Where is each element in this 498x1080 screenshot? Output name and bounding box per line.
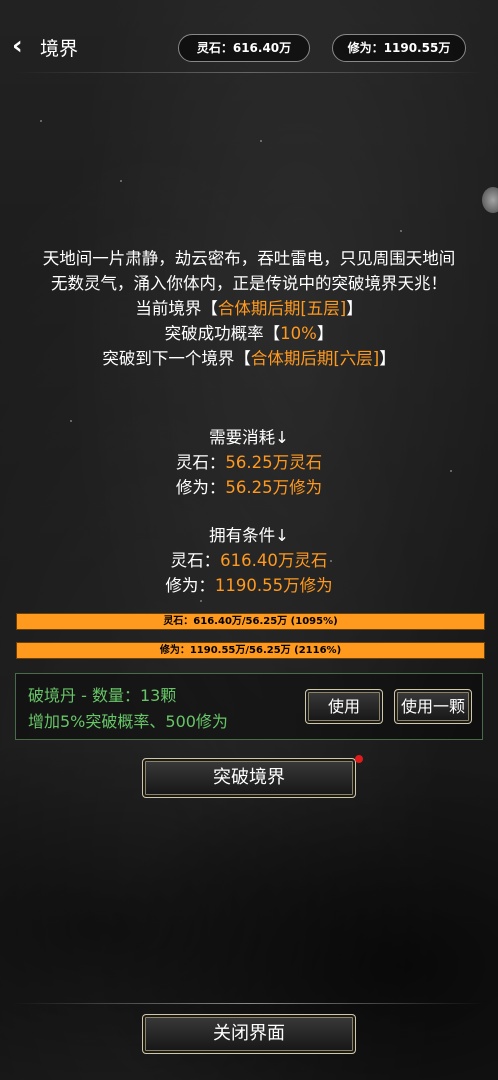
item-name: 破境丹 - 数量：13颗 (28, 686, 177, 705)
owned-section: 拥有条件↓ 灵石：616.40万灵石 修为：1190.55万修为 (0, 523, 498, 598)
cost-section: 需要消耗↓ 灵石：56.25万灵石 修为：56.25万修为 (0, 425, 498, 500)
stone-progress-bar: 灵石：616.40万/56.25万 (1095%) (16, 613, 485, 630)
current-realm-line: 当前境界【合体期后期[五层]】 (135, 299, 363, 318)
cultivation-badge: 修为：1190.55万 (332, 34, 466, 62)
header-divider (14, 72, 484, 73)
cost-heading: 需要消耗↓ (209, 428, 289, 447)
next-realm-line: 突破到下一个境界【合体期后期[六层]】 (102, 349, 396, 368)
cost-stone-line: 灵石：56.25万灵石 (175, 453, 323, 472)
owned-heading: 拥有条件↓ (209, 526, 289, 545)
side-orb-icon (482, 187, 498, 213)
use-button[interactable]: 使用 (305, 689, 383, 724)
breakthrough-button[interactable]: 突破境界 (142, 758, 356, 798)
footer-divider (14, 1003, 484, 1004)
close-button[interactable]: 关闭界面 (142, 1014, 356, 1054)
spirit-stone-badge: 灵石：616.40万 (178, 34, 310, 62)
next-realm-value: 合体期后期[六层] (250, 349, 380, 368)
story-text: 天地间一片肃静，劫云密布，吞吐雷电，只见周围天地间 无数灵气，涌入你体内，正是传… (0, 246, 498, 371)
header: ‹ 境界 灵石：616.40万 修为：1190.55万 (0, 22, 498, 72)
current-realm-value: 合体期后期[五层] (217, 299, 347, 318)
success-rate-value: 10% (280, 324, 317, 343)
cultivation-progress-bar: 修为：1190.55万/56.25万 (2116%) (16, 642, 485, 659)
item-description: 增加5%突破概率、500修为 (28, 712, 228, 731)
owned-cultivation-line: 修为：1190.55万修为 (165, 576, 333, 595)
breakthrough-pill-item: 破境丹 - 数量：13颗 增加5%突破概率、500修为 使用 使用一颗 (15, 673, 483, 740)
story-line-1: 天地间一片肃静，劫云密布，吞吐雷电，只见周围天地间 (42, 249, 456, 268)
success-rate-line: 突破成功概率【10%】 (164, 324, 334, 343)
notification-dot (355, 755, 363, 763)
story-line-2: 无数灵气，涌入你体内，正是传说中的突破境界天兆！ (51, 274, 447, 293)
cost-cultivation-line: 修为：56.25万修为 (175, 478, 323, 497)
back-arrow-icon[interactable]: ‹ (12, 33, 32, 59)
page-title: 境界 (40, 38, 79, 60)
owned-stone-line: 灵石：616.40万灵石 (170, 551, 328, 570)
use-one-button[interactable]: 使用一颗 (394, 689, 472, 724)
